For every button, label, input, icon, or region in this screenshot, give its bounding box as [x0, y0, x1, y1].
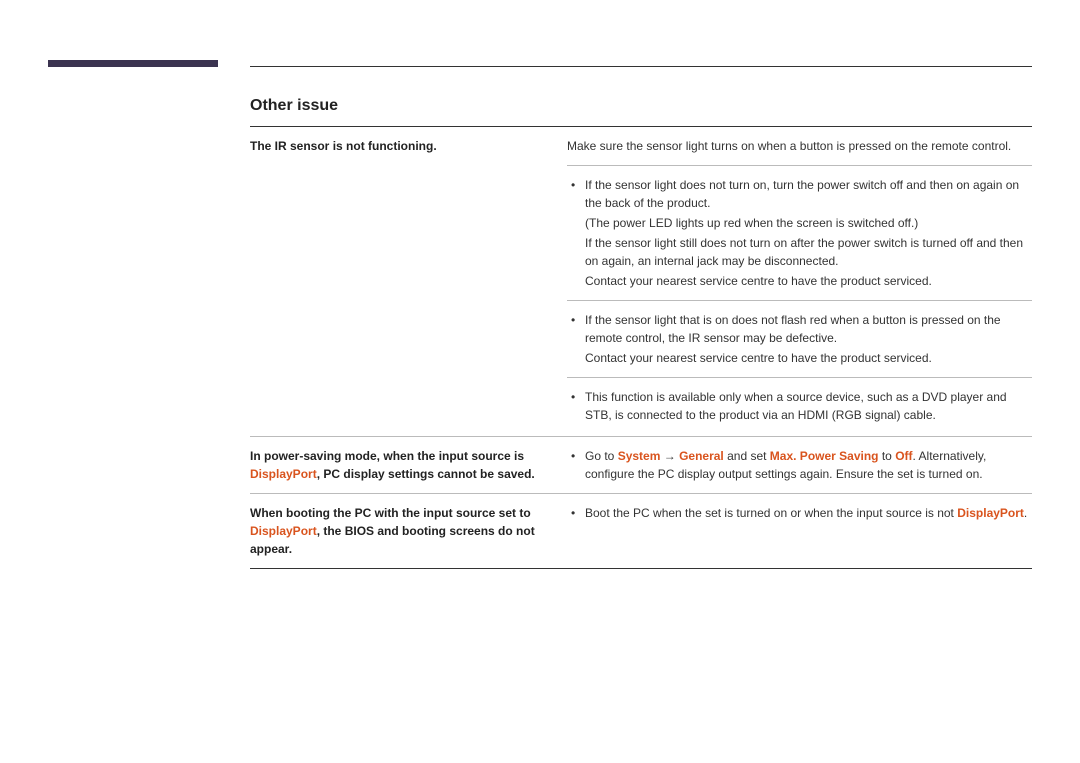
solution-bullet: If the sensor light that is on does not …: [567, 311, 1032, 367]
solution-bullet: If the sensor light does not turn on, tu…: [567, 176, 1032, 290]
highlight-max-power-saving: Max. Power Saving: [770, 449, 879, 463]
text: If the sensor light that is on does not …: [585, 311, 1032, 347]
divider: [567, 300, 1032, 301]
issue-solution: Boot the PC when the set is turned on or…: [567, 504, 1032, 558]
text: (The power LED lights up red when the sc…: [585, 214, 1032, 232]
divider: [250, 568, 1032, 569]
text: Go to: [585, 449, 618, 463]
divider: [567, 377, 1032, 378]
text: to: [879, 449, 896, 463]
text: Contact your nearest service centre to h…: [585, 349, 1032, 367]
text: and set: [724, 449, 770, 463]
divider: [567, 165, 1032, 166]
arrow: →: [660, 449, 679, 463]
text: .: [1024, 506, 1027, 520]
issue-row: When booting the PC with the input sourc…: [250, 494, 1032, 568]
issue-row: In power-saving mode, when the input sou…: [250, 437, 1032, 493]
text: Boot the PC when the set is turned on or…: [585, 506, 957, 520]
header-accent-bar: [48, 60, 218, 67]
text: When booting the PC with the input sourc…: [250, 506, 531, 520]
text: In power-saving mode, when the input sou…: [250, 449, 524, 463]
solution-text: Make sure the sensor light turns on when…: [567, 137, 1032, 155]
issue-row: The IR sensor is not functioning. Make s…: [250, 127, 1032, 436]
section-title: Other issue: [250, 94, 1032, 118]
solution-bullet: Go to System → General and set Max. Powe…: [567, 447, 1032, 483]
highlight-displayport: DisplayPort: [250, 524, 317, 538]
text: If the sensor light still does not turn …: [585, 234, 1032, 270]
highlight-general: General: [679, 449, 724, 463]
highlight-displayport: DisplayPort: [957, 506, 1024, 520]
highlight-off: Off: [895, 449, 912, 463]
issue-label: In power-saving mode, when the input sou…: [250, 447, 567, 483]
text: If the sensor light does not turn on, tu…: [585, 176, 1032, 212]
text: This function is available only when a s…: [585, 388, 1032, 424]
issue-solution: Make sure the sensor light turns on when…: [567, 137, 1032, 426]
issue-label: When booting the PC with the input sourc…: [250, 504, 567, 558]
text: , PC display settings cannot be saved.: [317, 467, 535, 481]
issue-solution: Go to System → General and set Max. Powe…: [567, 447, 1032, 483]
header-rule: [250, 66, 1032, 67]
issue-label: The IR sensor is not functioning.: [250, 137, 567, 426]
highlight-displayport: DisplayPort: [250, 467, 317, 481]
solution-bullet: Boot the PC when the set is turned on or…: [567, 504, 1032, 522]
text: Contact your nearest service centre to h…: [585, 272, 1032, 290]
highlight-system: System: [618, 449, 661, 463]
solution-bullet: This function is available only when a s…: [567, 388, 1032, 424]
content-area: Other issue The IR sensor is not functio…: [250, 94, 1032, 569]
